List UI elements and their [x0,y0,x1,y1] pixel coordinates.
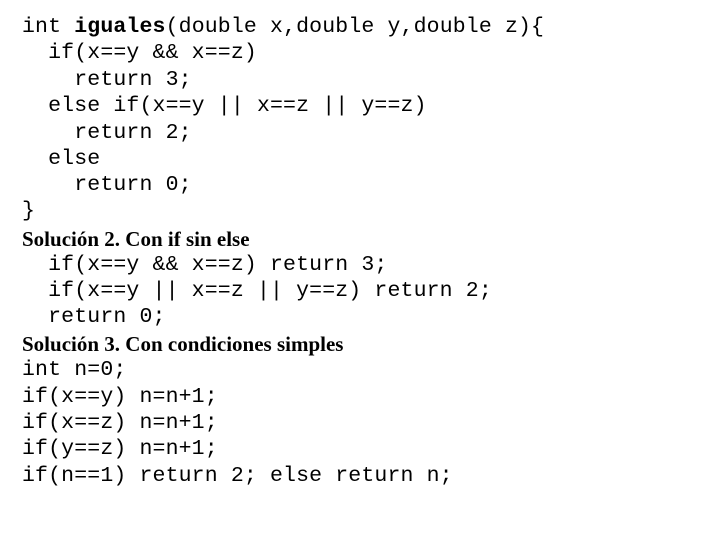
return-type: int [22,15,75,39]
code-line: if(x==y || x==z || y==z) return 2; [22,279,492,303]
solution-2-heading: Solución 2. Con if sin else [22,227,250,251]
code-line: if(x==y) n=n+1; [22,385,218,409]
code-line: if(x==y && x==z) return 3; [22,253,388,277]
function-name: iguales [74,15,166,39]
function-signature: int iguales(double x,double y,double z){ [22,14,544,40]
code-line: if(y==z) n=n+1; [22,437,218,461]
code-line: if(n==1) return 2; else return n; [22,464,453,488]
code-line: else [22,147,101,171]
code-line: return 2; [22,121,192,145]
code-line: if(x==z) n=n+1; [22,411,218,435]
code-line: return 3; [22,68,192,92]
code-line: int n=0; [22,358,127,382]
parameter-list: (double x,double y,double z){ [165,15,545,39]
code-line: return 0; [22,305,166,329]
code-line: if(x==y && x==z) [22,41,257,65]
closing-brace: } [22,199,36,223]
code-line: return 0; [22,173,192,197]
code-line: else if(x==y || x==z || y==z) [22,94,427,118]
solution-3-heading: Solución 3. Con condiciones simples [22,332,344,356]
